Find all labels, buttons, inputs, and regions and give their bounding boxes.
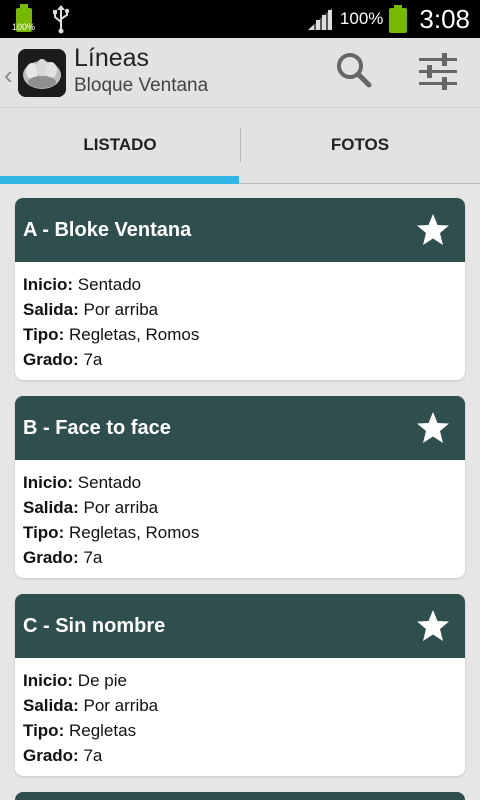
selected-tab-indicator	[0, 176, 239, 184]
tipo-value: Regletas, Romos	[68, 325, 200, 344]
page-subtitle: Bloque Ventana	[74, 75, 209, 96]
tipo-label: Tipo:	[23, 523, 65, 542]
route-card-header: A - Bloke Ventana	[15, 198, 465, 262]
battery-icon	[389, 5, 408, 33]
tab-fotos[interactable]: FOTOS	[240, 108, 480, 182]
clock: 3:08	[419, 3, 470, 34]
route-title: A - Bloke Ventana	[23, 219, 192, 241]
salida-label: Salida:	[23, 300, 79, 319]
salida-value: Por arriba	[83, 498, 159, 517]
route-tipo: Tipo: Regletas	[23, 718, 457, 743]
star-icon[interactable]	[415, 608, 451, 644]
inicio-label: Inicio:	[23, 671, 74, 690]
search-icon[interactable]	[334, 50, 374, 90]
grado-value: 7a	[83, 350, 103, 369]
grado-label: Grado:	[23, 746, 79, 765]
route-title: B - Face to face	[23, 417, 171, 439]
star-icon[interactable]	[415, 410, 451, 446]
status-bar-right: 100% 3:08	[306, 0, 470, 38]
app-logo[interactable]	[18, 49, 66, 97]
route-tipo: Tipo: Regletas, Romos	[23, 520, 457, 545]
climbing-hand-logo	[18, 49, 66, 97]
route-details: Inicio: De pie Salida: Por arriba Tipo: …	[15, 658, 465, 776]
signal-icon	[307, 8, 332, 30]
grado-label: Grado:	[23, 548, 79, 567]
route-details: Inicio: Sentado Salida: Por arriba Tipo:…	[15, 262, 465, 380]
next-route-card-peek[interactable]	[15, 792, 465, 800]
inicio-value: Sentado	[77, 473, 142, 492]
tipo-label: Tipo:	[23, 325, 65, 344]
route-grado: Grado: 7a	[23, 347, 457, 372]
tab-listado[interactable]: LISTADO	[0, 108, 240, 182]
route-details: Inicio: Sentado Salida: Por arriba Tipo:…	[15, 460, 465, 578]
usb-icon	[53, 5, 70, 34]
battery-percent: 100%	[339, 9, 384, 28]
salida-label: Salida:	[23, 498, 79, 517]
salida-label: Salida:	[23, 696, 79, 715]
tipo-value: Regletas, Romos	[68, 523, 200, 542]
inicio-value: De pie	[77, 671, 127, 690]
route-salida: Salida: Por arriba	[23, 693, 457, 718]
inicio-value: Sentado	[77, 275, 142, 294]
status-bar: 100% 100% 3:08	[0, 0, 480, 38]
status-bar-left: 100%	[12, 4, 72, 34]
grado-value: 7a	[83, 548, 103, 567]
small-battery-percent: 100%	[12, 22, 36, 32]
up-caret-icon[interactable]: ‹	[4, 60, 13, 91]
battery-charged-icon: 100%	[12, 4, 36, 34]
route-inicio: Inicio: De pie	[23, 668, 457, 693]
tab-bar: LISTADO FOTOS	[0, 108, 480, 184]
route-grado: Grado: 7a	[23, 743, 457, 768]
route-title: C - Sin nombre	[23, 615, 166, 637]
route-salida: Salida: Por arriba	[23, 495, 457, 520]
star-icon[interactable]	[415, 212, 451, 248]
grado-value: 7a	[83, 746, 103, 765]
route-card[interactable]: C - Sin nombre Inicio: De pie Salida: Po…	[15, 594, 465, 776]
route-grado: Grado: 7a	[23, 545, 457, 570]
route-card-header: C - Sin nombre	[15, 594, 465, 658]
route-tipo: Tipo: Regletas, Romos	[23, 322, 457, 347]
route-inicio: Inicio: Sentado	[23, 470, 457, 495]
route-salida: Salida: Por arriba	[23, 297, 457, 322]
routes-list: A - Bloke Ventana Inicio: Sentado Salida…	[0, 184, 480, 800]
action-bar: ‹ Líneas Bloque Ventana	[0, 38, 480, 108]
inicio-label: Inicio:	[23, 275, 74, 294]
tipo-value: Regletas	[68, 721, 137, 740]
action-bar-titles: Líneas Bloque Ventana	[74, 44, 208, 97]
inicio-label: Inicio:	[23, 473, 74, 492]
salida-value: Por arriba	[83, 300, 159, 319]
tipo-label: Tipo:	[23, 721, 65, 740]
route-card[interactable]: B - Face to face Inicio: Sentado Salida:…	[15, 396, 465, 578]
route-card-header: B - Face to face	[15, 396, 465, 460]
filter-sliders-icon[interactable]	[416, 50, 460, 94]
route-inicio: Inicio: Sentado	[23, 272, 457, 297]
route-card[interactable]: A - Bloke Ventana Inicio: Sentado Salida…	[15, 198, 465, 380]
page-title: Líneas	[74, 44, 150, 72]
grado-label: Grado:	[23, 350, 79, 369]
salida-value: Por arriba	[83, 696, 159, 715]
